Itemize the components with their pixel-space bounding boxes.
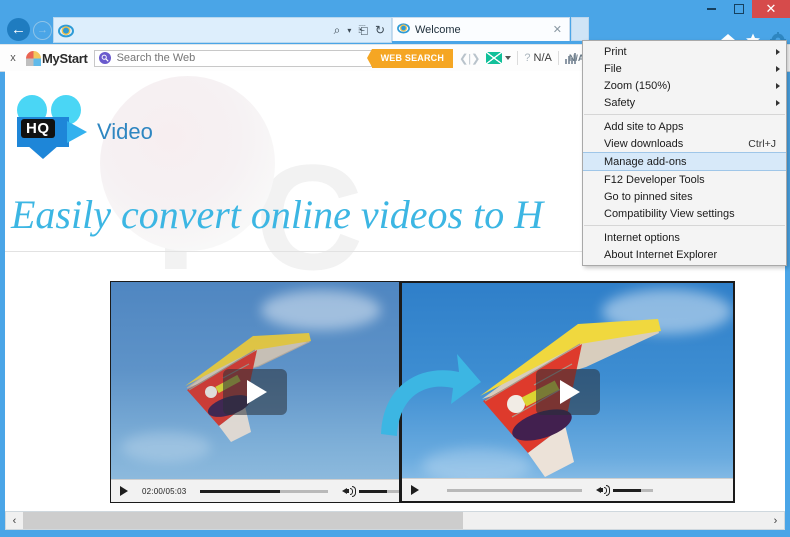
page-headline: Easily convert online videos to H <box>11 192 544 237</box>
search-icon[interactable]: ⌕ <box>334 23 341 38</box>
browser-window: ✕ ← → ⌕ ▾ ⎗ ↻ Welcome ✕ x MyStart Search… <box>0 0 790 537</box>
help-icon: ? <box>524 52 531 64</box>
scrollbar-track[interactable] <box>23 512 767 529</box>
horizontal-scrollbar[interactable]: ‹ › <box>5 511 785 530</box>
video-controls-right <box>402 478 733 501</box>
play-overlay-button[interactable] <box>535 369 600 415</box>
menu-item-label: Safety <box>604 96 636 109</box>
tab-favicon-icon <box>397 21 410 39</box>
volume-icon[interactable] <box>342 486 356 497</box>
submenu-arrow-icon <box>776 48 780 55</box>
back-button[interactable]: ← <box>7 18 30 41</box>
pin-site-icon[interactable]: ⎗ <box>358 23 368 38</box>
hq-badge: HQ <box>21 119 55 138</box>
mystart-brand-label: MyStart <box>42 50 88 66</box>
menu-item-manage-add-ons[interactable]: Manage add-ons <box>583 152 786 171</box>
video-player-left[interactable]: 02:00/05:03 <box>110 281 400 503</box>
mail-icon <box>486 52 503 64</box>
submenu-arrow-icon <box>776 99 780 106</box>
address-bar-icons: ⌕ ▾ ⎗ ↻ <box>334 23 391 38</box>
chevron-down-icon[interactable]: ▾ <box>347 26 351 35</box>
help-item[interactable]: ? N/A <box>524 52 551 64</box>
seek-slider[interactable] <box>447 488 582 492</box>
toolbar-search-box[interactable] <box>93 49 372 67</box>
web-search-button[interactable]: WEB SEARCH <box>366 48 454 68</box>
tab-strip: Welcome ✕ <box>392 17 589 41</box>
submenu-arrow-icon <box>776 82 780 89</box>
menu-item-internet-options[interactable]: Internet options <box>583 229 786 246</box>
mystart-logo[interactable]: MyStart <box>26 50 88 66</box>
search-input[interactable] <box>114 51 371 65</box>
address-bar[interactable]: ⌕ ▾ ⎗ ↻ <box>53 17 392 43</box>
play-overlay-button[interactable] <box>223 369 287 415</box>
logo-word: Video <box>97 119 153 144</box>
new-tab-button[interactable] <box>571 17 589 41</box>
volume-slider[interactable] <box>359 489 399 493</box>
menu-item-label: Add site to Apps <box>604 120 684 133</box>
menu-item-add-site-to-apps[interactable]: Add site to Apps <box>583 118 786 135</box>
divider <box>517 51 519 65</box>
play-button[interactable] <box>411 485 419 495</box>
menu-item-f12-developer-tools[interactable]: F12 Developer Tools <box>583 171 786 188</box>
divider <box>557 51 559 65</box>
maximize-icon <box>733 4 744 14</box>
tab-close-icon[interactable]: ✕ <box>553 23 565 36</box>
menu-item-print[interactable]: Print <box>583 43 786 60</box>
video-camera-icon: HQ <box>15 95 93 159</box>
title-bar <box>0 0 790 14</box>
menu-item-label: Compatibility View settings <box>604 207 735 220</box>
ie-tools-menu: Print File Zoom (150%) Safety Add site t… <box>582 40 787 266</box>
mystart-fan-icon <box>26 50 41 66</box>
menu-item-file[interactable]: File <box>583 60 786 77</box>
menu-item-zoom[interactable]: Zoom (150%) <box>583 77 786 94</box>
site-logo[interactable]: HQ Video <box>15 95 153 159</box>
scroll-left-arrow[interactable]: ‹ <box>6 515 23 527</box>
menu-item-safety[interactable]: Safety <box>583 94 786 111</box>
forward-button[interactable]: → <box>33 21 52 40</box>
na-label: N/A <box>533 52 552 64</box>
menu-item-label: File <box>604 62 622 75</box>
ie-logo-icon <box>58 22 74 38</box>
menu-item-label: Manage add-ons <box>604 155 687 168</box>
menu-item-label: Internet options <box>604 231 680 244</box>
minimize-icon <box>707 8 716 10</box>
menu-item-label: Go to pinned sites <box>604 190 693 203</box>
toolbar-handle[interactable]: ❮|❯ <box>459 52 480 65</box>
refresh-icon[interactable]: ↻ <box>375 23 385 37</box>
menu-item-label: F12 Developer Tools <box>604 173 705 186</box>
video-controls-left: 02:00/05:03 <box>111 479 399 502</box>
search-icon <box>98 52 111 64</box>
volume-slider[interactable] <box>613 488 653 492</box>
menu-item-shortcut: Ctrl+J <box>748 137 776 150</box>
play-button[interactable] <box>120 486 128 496</box>
menu-item-about-internet-explorer[interactable]: About Internet Explorer <box>583 246 786 263</box>
mail-item[interactable] <box>486 52 512 64</box>
menu-separator <box>584 225 785 226</box>
menu-item-label: Zoom (150%) <box>604 79 671 92</box>
toolbar-close-button[interactable]: x <box>0 52 26 64</box>
menu-separator <box>584 114 785 115</box>
volume-icon[interactable] <box>596 485 610 496</box>
menu-item-compatibility-view-settings[interactable]: Compatibility View settings <box>583 205 786 222</box>
scrollbar-thumb[interactable] <box>23 512 463 529</box>
seek-slider[interactable] <box>200 489 328 493</box>
tab-title: Welcome <box>415 23 461 36</box>
scroll-right-arrow[interactable]: › <box>767 515 784 527</box>
menu-item-label: Print <box>604 45 627 58</box>
menu-item-go-to-pinned-sites[interactable]: Go to pinned sites <box>583 188 786 205</box>
submenu-arrow-icon <box>776 65 780 72</box>
tab-welcome[interactable]: Welcome ✕ <box>392 17 570 41</box>
menu-item-label: View downloads <box>604 137 684 150</box>
menu-item-view-downloads[interactable]: View downloads Ctrl+J <box>583 135 786 152</box>
chevron-down-icon[interactable] <box>505 56 512 60</box>
time-display: 02:00/05:03 <box>142 486 187 496</box>
convert-arrow-icon <box>381 354 481 436</box>
menu-item-label: About Internet Explorer <box>604 248 718 261</box>
